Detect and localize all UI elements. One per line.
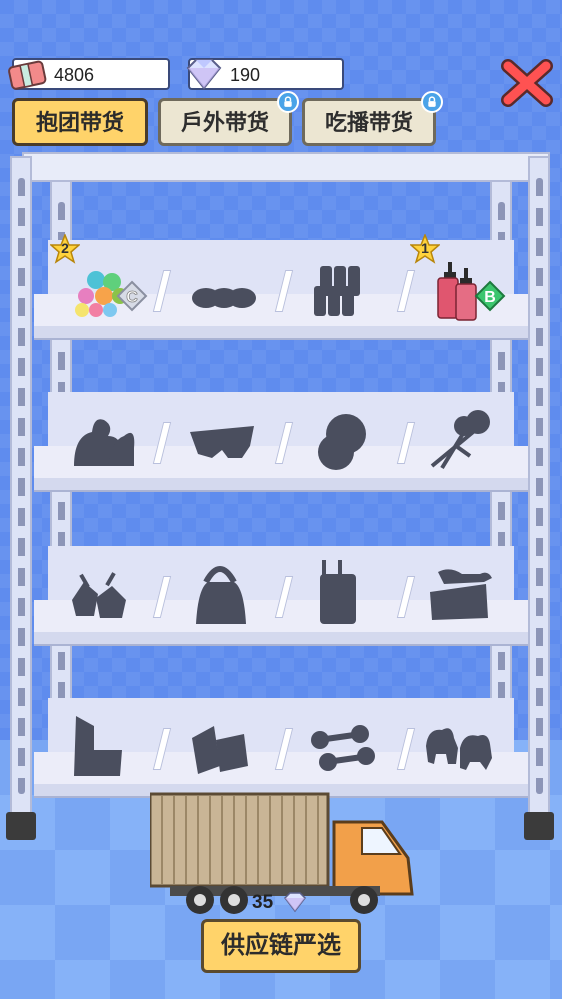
- tab-mukbang-selling[interactable]: 吃播带货: [302, 91, 443, 146]
- lock-icon: [277, 91, 299, 113]
- item-dumbbells-locked[interactable]: [304, 718, 404, 788]
- shoes-silhouette-icon: [192, 288, 256, 308]
- lock-icon: [421, 91, 443, 113]
- handbag-silhouette-icon: [196, 566, 246, 624]
- item-handbag-locked[interactable]: [186, 558, 286, 628]
- tab-label: 抱团带货: [35, 110, 124, 135]
- cups-silhouette-icon: [314, 266, 360, 316]
- item-food-bags-locked[interactable]: [64, 560, 164, 630]
- truck-price: 35: [252, 892, 274, 913]
- plates-silhouette-icon: [318, 414, 366, 470]
- tab-outdoor-selling[interactable]: 戶外带货: [158, 91, 299, 146]
- diamond-icon: [284, 892, 306, 913]
- item-plush-toys[interactable]: [64, 262, 164, 332]
- toy-figures-silhouette-icon: [74, 419, 135, 466]
- item-plates-locked[interactable]: [306, 406, 406, 476]
- tab-label: 戶外带货: [180, 110, 269, 135]
- shelf-top-beam: [22, 152, 550, 182]
- diamond-icon: [186, 59, 222, 90]
- sofa-silhouette-icon: [74, 716, 122, 776]
- shelf-foot-right: [524, 812, 554, 840]
- gem-value: 190: [230, 65, 261, 85]
- item-luggage-locked[interactable]: [310, 558, 410, 628]
- close-icon[interactable]: [500, 58, 554, 108]
- slippers-silhouette-icon: [190, 426, 254, 458]
- dog-figures-silhouette-icon: [426, 728, 492, 770]
- money-counter: 4806: [8, 58, 170, 90]
- money-value: 4806: [54, 65, 95, 85]
- plush-toys-icon: [75, 271, 128, 317]
- supply-chain-select-button[interactable]: 供应链严选: [201, 919, 361, 973]
- grade-b-icon: B: [474, 280, 506, 312]
- level-value: 2: [61, 240, 69, 256]
- gem-counter: 190: [186, 58, 344, 90]
- sneakers-box-silhouette-icon: [430, 569, 492, 620]
- item-dog-figures-locked[interactable]: [424, 718, 524, 788]
- item-toy-figures-locked[interactable]: [64, 406, 164, 476]
- food-bags-silhouette-icon: [72, 572, 126, 618]
- svg-text:C: C: [126, 289, 138, 306]
- item-cups-locked[interactable]: [302, 258, 402, 328]
- level-star-badge: 2: [50, 234, 80, 264]
- shelf-post-right-front: [528, 156, 550, 816]
- item-boxes-locked[interactable]: [184, 718, 284, 788]
- luggage-silhouette-icon: [320, 560, 356, 624]
- svg-text:B: B: [484, 289, 496, 306]
- boxes-silhouette-icon: [192, 726, 248, 774]
- item-sneakers-box-locked[interactable]: [424, 562, 524, 632]
- item-sofa-locked[interactable]: [64, 710, 164, 780]
- cash-bundle-icon: [8, 60, 47, 90]
- item-shoes-locked[interactable]: [184, 262, 284, 332]
- shelf-foot-left: [6, 812, 36, 840]
- grade-c-icon: C: [116, 280, 148, 312]
- level-value: 1: [421, 240, 429, 256]
- shelf-post-left-front: [10, 156, 32, 816]
- item-lollipops-locked[interactable]: [426, 406, 526, 476]
- tab-group-selling[interactable]: 抱团带货: [12, 98, 148, 146]
- lollipops-silhouette-icon: [430, 410, 490, 470]
- supply-button-label: 供应链严选: [221, 932, 341, 959]
- tab-label: 吃播带货: [324, 110, 413, 135]
- dumbbells-silhouette-icon: [311, 725, 375, 771]
- item-slippers-locked[interactable]: [184, 410, 284, 480]
